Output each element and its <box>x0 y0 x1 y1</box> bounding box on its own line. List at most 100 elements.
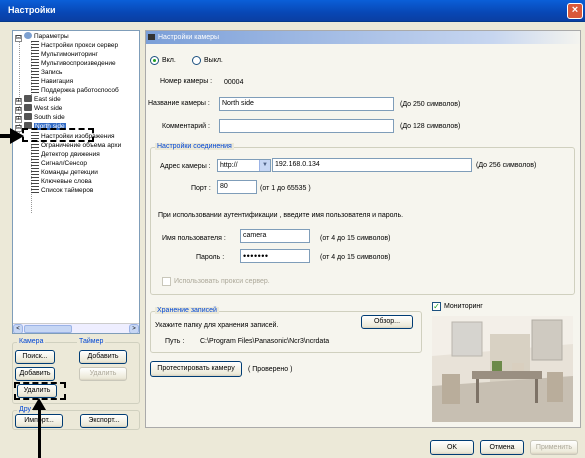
address-field[interactable]: 192.168.0.134 <box>272 158 472 172</box>
search-button[interactable]: Поиск... <box>15 350 55 364</box>
protocol-select[interactable]: http:// ▼ <box>217 159 271 172</box>
list-icon <box>31 68 39 75</box>
list-icon <box>31 186 39 193</box>
tree-item-keywords[interactable]: Ключевые слова <box>31 177 92 186</box>
tree-item-multimonitoring[interactable]: Мультимониторинг <box>31 50 98 59</box>
export-button[interactable]: Экспорт... <box>80 414 128 428</box>
add-camera-button[interactable]: Добавить <box>15 367 55 381</box>
scroll-thumb[interactable] <box>24 325 72 333</box>
scroll-right-icon[interactable]: > <box>129 324 139 333</box>
annotation-arrow-head-right <box>10 128 24 144</box>
password-hint: (от 4 до 15 символов) <box>320 254 391 261</box>
camera-icon <box>148 34 155 40</box>
comment-label: Комментарий : <box>162 123 210 130</box>
storage-group-label: Хранение записей <box>155 307 219 314</box>
browse-button[interactable]: Обзор... <box>361 315 413 329</box>
camera-icon <box>24 95 32 102</box>
list-icon <box>31 59 39 66</box>
test-camera-button[interactable]: Протестировать камеру <box>150 361 242 377</box>
password-label: Пароль : <box>196 254 225 261</box>
user-label: Имя пользователя : <box>162 235 226 242</box>
cancel-button[interactable]: Отмена <box>480 440 524 455</box>
camera-preview-image <box>432 316 573 422</box>
tree-item-signal-sensor[interactable]: Сигнал/Сенсор <box>31 159 87 168</box>
tree-item-label: Список таймеров <box>41 187 94 194</box>
tree-item-west-side[interactable]: ⊞ West side <box>15 104 63 114</box>
tree-item-label: Мультивоспроизведение <box>41 60 116 67</box>
list-icon <box>31 141 39 148</box>
tree-item-label: Поддержка работоспособ <box>41 87 119 94</box>
room-photo <box>432 316 573 422</box>
camera-group-label: Камера <box>17 338 46 345</box>
camera-number-label: Номер камеры : <box>160 78 213 85</box>
tree-item-label: West side <box>34 105 63 112</box>
comment-hint: (До 128 символов) <box>400 123 461 130</box>
apply-button: Применить <box>530 440 578 455</box>
camera-off-label: Выкл. <box>204 57 223 64</box>
connection-group-label: Настройки соединения <box>155 143 234 150</box>
camera-off-radio[interactable] <box>192 56 201 65</box>
list-icon <box>31 159 39 166</box>
password-field[interactable]: ••••••• <box>240 249 310 263</box>
storage-note: Укажите папку для хранения записей. <box>155 322 279 329</box>
tree-item-label: Сигнал/Сенсор <box>41 160 87 167</box>
tree-item-south-side[interactable]: ⊞ South side <box>15 113 65 123</box>
tree-item-multiplayback[interactable]: Мультивоспроизведение <box>31 59 116 68</box>
tree-item-label: Параметры <box>34 33 69 40</box>
annotation-arrow-shaft <box>38 406 41 458</box>
tree-item-label: Ключевые слова <box>41 178 92 185</box>
annotation-highlight-north-side <box>22 128 94 142</box>
camera-number-value: 00004 <box>224 79 244 86</box>
tree-item-label: South side <box>34 114 65 121</box>
proxy-checkbox <box>162 277 171 286</box>
scroll-left-icon[interactable]: < <box>13 324 23 333</box>
list-icon <box>31 177 39 184</box>
tree-item-label: Запись <box>41 69 63 76</box>
tree-item-navigation[interactable]: Навигация <box>31 77 73 86</box>
tree-horizontal-scrollbar[interactable]: < > <box>13 323 139 333</box>
user-hint: (от 4 до 15 символов) <box>320 235 391 242</box>
tree-item-parameters[interactable]: ⊟ Параметры <box>15 32 69 42</box>
tree-item-motion-detector[interactable]: Детектор движения <box>31 150 100 159</box>
monitoring-checkbox[interactable]: ✓ <box>432 302 441 311</box>
user-field[interactable]: camera <box>240 229 310 243</box>
collapse-icon[interactable]: ⊟ <box>15 35 22 42</box>
annotation-arrow-head-up <box>32 398 46 410</box>
camera-name-label: Название камеры : <box>148 100 210 107</box>
path-label: Путь : <box>165 338 185 345</box>
tree-item-label: Мультимониторинг <box>41 51 98 58</box>
list-icon <box>31 77 39 84</box>
tree-item-label: East side <box>34 96 61 103</box>
add-timer-button[interactable]: Добавить <box>79 350 127 364</box>
timer-group-label: Таймер <box>77 338 106 345</box>
port-field[interactable]: 80 <box>217 180 257 194</box>
tree-item-label: Детектор движения <box>41 151 100 158</box>
list-icon <box>31 86 39 93</box>
delete-timer-button: Удалить <box>79 367 127 381</box>
tree-item-timer-list[interactable]: Список таймеров <box>31 186 93 195</box>
settings-tree[interactable]: ⊟ Параметры Настройки прокси сервер Мульт… <box>12 30 140 334</box>
path-value: C:\Program Files\Panasonic\Ncr3\ncrdata <box>200 338 330 345</box>
tree-item-proxy[interactable]: Настройки прокси сервер <box>31 41 118 50</box>
close-icon[interactable]: × <box>567 3 583 19</box>
tree-item-label: Команды детекции <box>41 169 98 176</box>
address-hint: (До 256 символов) <box>476 162 537 169</box>
panel-header: Настройки камеры <box>146 31 580 44</box>
camera-name-field[interactable]: North side <box>219 97 394 111</box>
tree-item-maintenance[interactable]: Поддержка работоспособ <box>31 86 119 95</box>
title-bar: Настройки × <box>0 0 585 22</box>
chevron-down-icon[interactable]: ▼ <box>259 160 270 171</box>
comment-field[interactable] <box>219 119 394 133</box>
tree-item-archive-limit[interactable]: Ограничение объема архи <box>31 141 121 150</box>
tree-item-label: Настройки прокси сервер <box>41 42 119 49</box>
tree-item-label: Навигация <box>41 78 74 85</box>
camera-icon <box>24 104 32 111</box>
tree-item-detection-commands[interactable]: Команды детекции <box>31 168 98 177</box>
ok-button[interactable]: OK <box>430 440 474 455</box>
port-label: Порт : <box>191 185 211 192</box>
panel-header-title: Настройки камеры <box>158 34 220 41</box>
tree-item-recording[interactable]: Запись <box>31 68 62 77</box>
window-title: Настройки <box>8 5 56 15</box>
tree-item-east-side[interactable]: ⊞ East side <box>15 95 61 105</box>
camera-on-radio[interactable] <box>150 56 159 65</box>
